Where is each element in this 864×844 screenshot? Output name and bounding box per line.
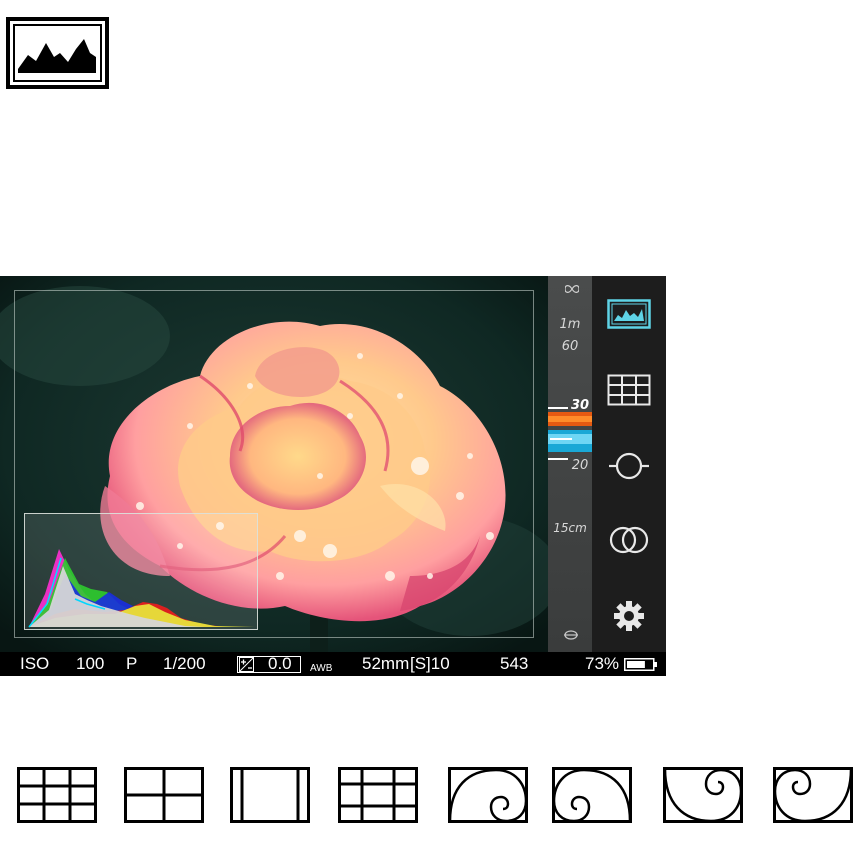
sidebar xyxy=(592,276,666,652)
focus-label-1m: 1m xyxy=(559,317,581,332)
golden-spiral-icon[interactable] xyxy=(773,767,853,823)
golden-spiral-icon[interactable] xyxy=(663,767,743,823)
ev-value: 0.0 xyxy=(268,654,292,673)
shutter-speed[interactable]: 1/200 xyxy=(163,654,206,674)
macro-flower-icon xyxy=(564,630,578,640)
focus-label-15cm: 15cm xyxy=(553,521,587,535)
histogram-icon xyxy=(6,17,109,89)
golden-spiral-icon[interactable] xyxy=(448,767,528,823)
focus-distance-scale[interactable]: 1m 60 30 20 15cm xyxy=(548,276,592,652)
grid-2x2-icon[interactable] xyxy=(124,767,204,823)
grid-button[interactable] xyxy=(605,366,653,414)
iso-label: ISO xyxy=(20,654,50,673)
status-bar: ISO 100 P 1/200 0.0 AWB 52mm [S]10 543 7… xyxy=(0,652,666,676)
gear-icon xyxy=(614,601,644,631)
shooting-mode[interactable]: P xyxy=(126,654,137,674)
grid-3x3-icon[interactable] xyxy=(17,767,97,823)
self-timer[interactable]: [S]10 xyxy=(410,654,450,674)
settings-button[interactable] xyxy=(605,592,653,640)
live-view-photo[interactable] xyxy=(0,276,548,652)
overlapping-circles-icon xyxy=(609,526,649,554)
grid-icon xyxy=(607,374,651,406)
focus-label-60: 60 xyxy=(561,339,579,354)
crop-frame-icon[interactable] xyxy=(230,767,310,823)
level-button[interactable] xyxy=(605,442,653,490)
level-icon xyxy=(609,452,649,480)
iso-value[interactable]: 100 xyxy=(76,654,104,674)
histogram-button[interactable] xyxy=(605,290,653,338)
exposure-compensation-icon xyxy=(239,657,254,672)
camera-viewfinder[interactable]: 1m 60 30 20 15cm ISO 100 P 1/200 0.0 AWB… xyxy=(0,276,666,676)
battery-percent: 73% xyxy=(585,654,620,673)
focal-length: 52mm xyxy=(362,654,410,673)
filters-button[interactable] xyxy=(605,516,653,564)
live-histogram xyxy=(24,513,258,630)
infinity-icon xyxy=(565,285,579,293)
white-balance[interactable]: AWB xyxy=(310,659,332,676)
histogram-icon xyxy=(607,299,651,329)
grid-3x3-icon[interactable] xyxy=(338,767,418,823)
shots-remaining: 543 xyxy=(500,654,529,673)
focus-band xyxy=(548,406,592,456)
golden-spiral-icon[interactable] xyxy=(552,767,632,823)
battery-icon xyxy=(624,658,657,671)
